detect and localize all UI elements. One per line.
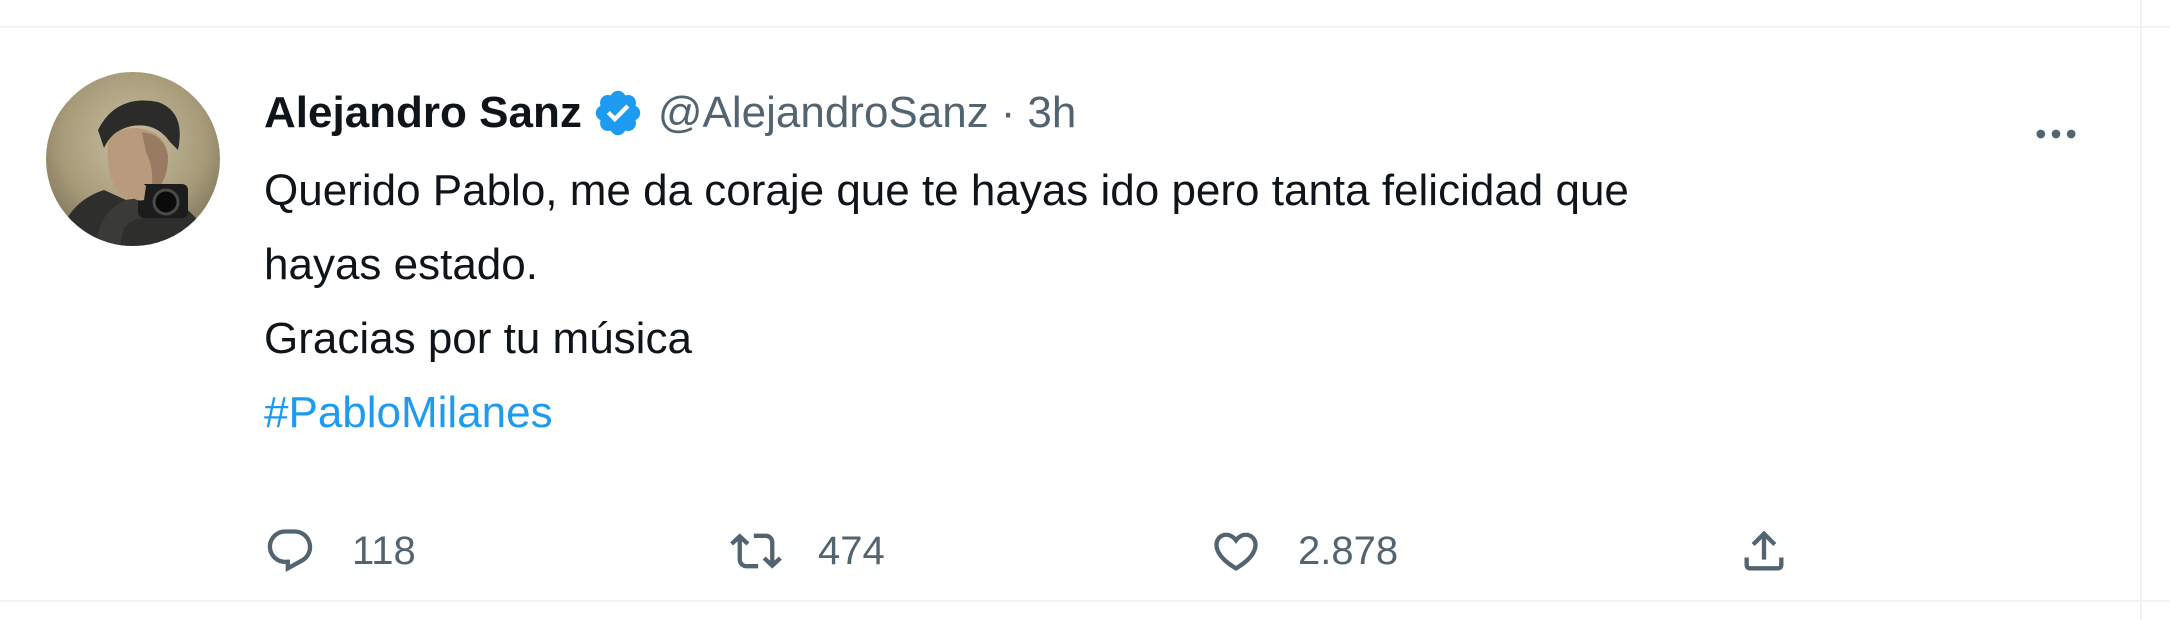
author-handle[interactable]: @AlejandroSanz <box>658 88 989 138</box>
tweet-frame: Alejandro Sanz @AlejandroSanz · 3h Queri… <box>0 0 2170 620</box>
avatar[interactable] <box>46 72 220 246</box>
retweet-button[interactable]: 474 <box>730 496 885 606</box>
tweet-text-line: Gracias por tu música <box>264 314 692 363</box>
tweet-text: Querido Pablo, me da coraje que te hayas… <box>264 154 2114 450</box>
retweet-icon <box>730 533 782 569</box>
like-button[interactable]: 2.878 <box>1210 496 1398 606</box>
retweet-count: 474 <box>818 528 885 573</box>
avatar-image <box>46 72 220 246</box>
reply-icon <box>267 529 313 573</box>
tweet-header: Alejandro Sanz @AlejandroSanz · 3h <box>264 78 1076 148</box>
reply-button[interactable]: 118 <box>264 496 416 606</box>
share-icon <box>1744 530 1784 571</box>
reply-count: 118 <box>352 528 416 573</box>
hashtag-link[interactable]: #PabloMilanes <box>264 376 2114 450</box>
tweet-text-line: Querido Pablo, me da coraje que te hayas… <box>264 166 1629 215</box>
share-button[interactable] <box>1738 496 1790 606</box>
like-count: 2.878 <box>1298 528 1399 573</box>
tweet[interactable]: Alejandro Sanz @AlejandroSanz · 3h Queri… <box>0 28 2140 600</box>
author-display-name[interactable]: Alejandro Sanz <box>264 88 582 138</box>
heart-icon <box>1214 532 1258 571</box>
tweet-timestamp[interactable]: 3h <box>1027 88 1076 138</box>
right-divider <box>2140 0 2142 620</box>
separator-dot: · <box>1000 88 1016 137</box>
more-icon <box>2036 129 2076 139</box>
verified-badge-icon <box>592 87 644 139</box>
tweet-text-line: hayas estado. <box>264 240 538 289</box>
